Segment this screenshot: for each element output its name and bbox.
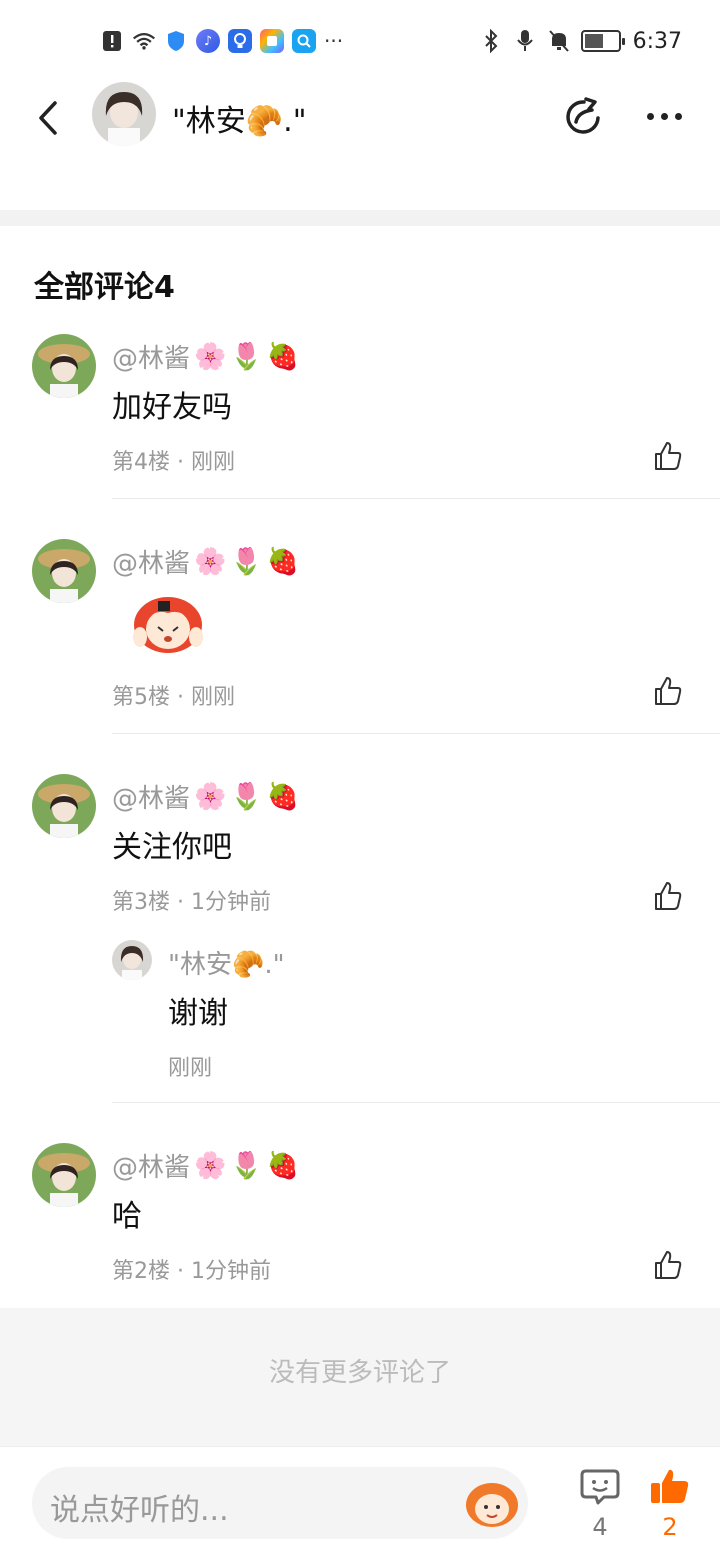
like-button[interactable] xyxy=(650,673,686,709)
badge-flower: 🌸 xyxy=(194,546,227,577)
reply-avatar[interactable] xyxy=(112,940,152,980)
mic-icon xyxy=(513,28,537,54)
music-app-icon: ♪ xyxy=(196,29,220,53)
more-button[interactable] xyxy=(640,96,688,136)
comment-input[interactable]: 说点好听的... xyxy=(32,1467,528,1539)
status-left-icons: ♪ ··· xyxy=(100,28,343,54)
battery-charging-icon xyxy=(580,30,625,52)
commenter-name[interactable]: @林酱 🌸 🌷 🍓 xyxy=(112,1147,299,1184)
comment-count: 4 xyxy=(592,1513,608,1541)
mute-bell-icon xyxy=(547,28,571,54)
back-button[interactable] xyxy=(26,96,70,140)
reply-meta: 刚刚 xyxy=(168,1056,213,1081)
comment-meta: 第4楼 · 刚刚 xyxy=(112,450,235,475)
comment-separator xyxy=(112,1102,720,1103)
badge-tulip: 🌷 xyxy=(230,781,263,812)
comment-separator xyxy=(112,498,720,499)
comments-section-title: 全部评论4 xyxy=(34,270,175,305)
commenter-name[interactable]: @林酱 🌸 🌷 🍓 xyxy=(112,338,299,375)
shield-app-icon xyxy=(164,29,188,53)
search-app-icon xyxy=(292,29,316,53)
commenter-name[interactable]: @林酱 🌸 🌷 🍓 xyxy=(112,543,299,580)
like-button[interactable] xyxy=(650,438,686,474)
commenter-avatar[interactable] xyxy=(32,1143,96,1207)
status-time: 6:37 xyxy=(632,28,682,54)
status-bar: ♪ ··· 6:37 xyxy=(0,0,720,82)
commenter-avatar[interactable] xyxy=(32,774,96,838)
more-icon xyxy=(646,112,654,120)
like-button[interactable] xyxy=(650,878,686,914)
more-notifications-icon: ··· xyxy=(324,29,344,53)
comment-meta: 第3楼 · 1分钟前 xyxy=(112,890,271,915)
comments-button[interactable]: 4 xyxy=(578,1467,622,1547)
badge-strawberry: 🍓 xyxy=(266,1150,300,1181)
comment-bubble-icon xyxy=(580,1469,620,1505)
badge-strawberry: 🍓 xyxy=(266,341,300,372)
section-divider xyxy=(0,210,720,226)
alert-icon xyxy=(100,28,124,54)
badge-tulip: 🌷 xyxy=(230,341,263,372)
bluetooth-icon xyxy=(479,28,503,54)
like-post-button[interactable]: 2 xyxy=(648,1467,692,1547)
thumbs-up-icon xyxy=(655,882,682,910)
commenter-avatar[interactable] xyxy=(32,334,96,398)
badge-tulip: 🌷 xyxy=(230,1150,263,1181)
comment-meta: 第2楼 · 1分钟前 xyxy=(112,1259,271,1284)
puzzle-app-icon xyxy=(260,29,284,53)
status-right-icons: 6:37 xyxy=(479,28,682,54)
commenter-avatar[interactable] xyxy=(32,539,96,603)
comment-text[interactable]: 关注你吧 xyxy=(112,822,232,866)
bottom-action-bar: 说点好听的... 4 2 xyxy=(0,1446,720,1560)
author-avatar[interactable] xyxy=(92,82,156,146)
like-button[interactable] xyxy=(650,1247,686,1283)
badge-flower: 🌸 xyxy=(194,341,227,372)
badge-strawberry: 🍓 xyxy=(266,546,300,577)
badge-strawberry: 🍓 xyxy=(266,781,300,812)
share-button[interactable] xyxy=(560,94,606,140)
sticker-picker-icon[interactable] xyxy=(464,1477,520,1529)
chevron-left-icon xyxy=(39,101,57,135)
comment-input-placeholder: 说点好听的... xyxy=(50,1493,229,1528)
like-count: 2 xyxy=(662,1513,678,1541)
badge-flower: 🌸 xyxy=(194,1150,227,1181)
comment-text[interactable]: 加好友吗 xyxy=(112,382,232,426)
badge-tulip: 🌷 xyxy=(230,546,263,577)
reply-author-name[interactable]: "林安🥐." xyxy=(168,944,285,981)
top-nav: "林安🥐." xyxy=(0,82,720,154)
thumbs-up-icon xyxy=(655,1251,682,1279)
thumbs-up-filled-icon xyxy=(651,1469,689,1503)
wifi-icon xyxy=(132,28,156,54)
thumbs-up-icon xyxy=(655,442,682,470)
comment-separator xyxy=(112,733,720,734)
share-icon xyxy=(566,97,600,134)
bulb-app-icon xyxy=(228,29,252,53)
anime-sticker-icon[interactable] xyxy=(130,591,206,655)
no-more-comments-text: 没有更多评论了 xyxy=(268,1358,451,1388)
comment-meta: 第5楼 · 刚刚 xyxy=(112,685,235,710)
badge-flower: 🌸 xyxy=(194,781,227,812)
reply-text[interactable]: 谢谢 xyxy=(168,988,228,1032)
commenter-name[interactable]: @林酱 🌸 🌷 🍓 xyxy=(112,778,299,815)
comment-text[interactable]: 哈 xyxy=(112,1191,142,1235)
page-title: "林安🥐." xyxy=(172,104,307,139)
thumbs-up-icon xyxy=(655,677,682,705)
